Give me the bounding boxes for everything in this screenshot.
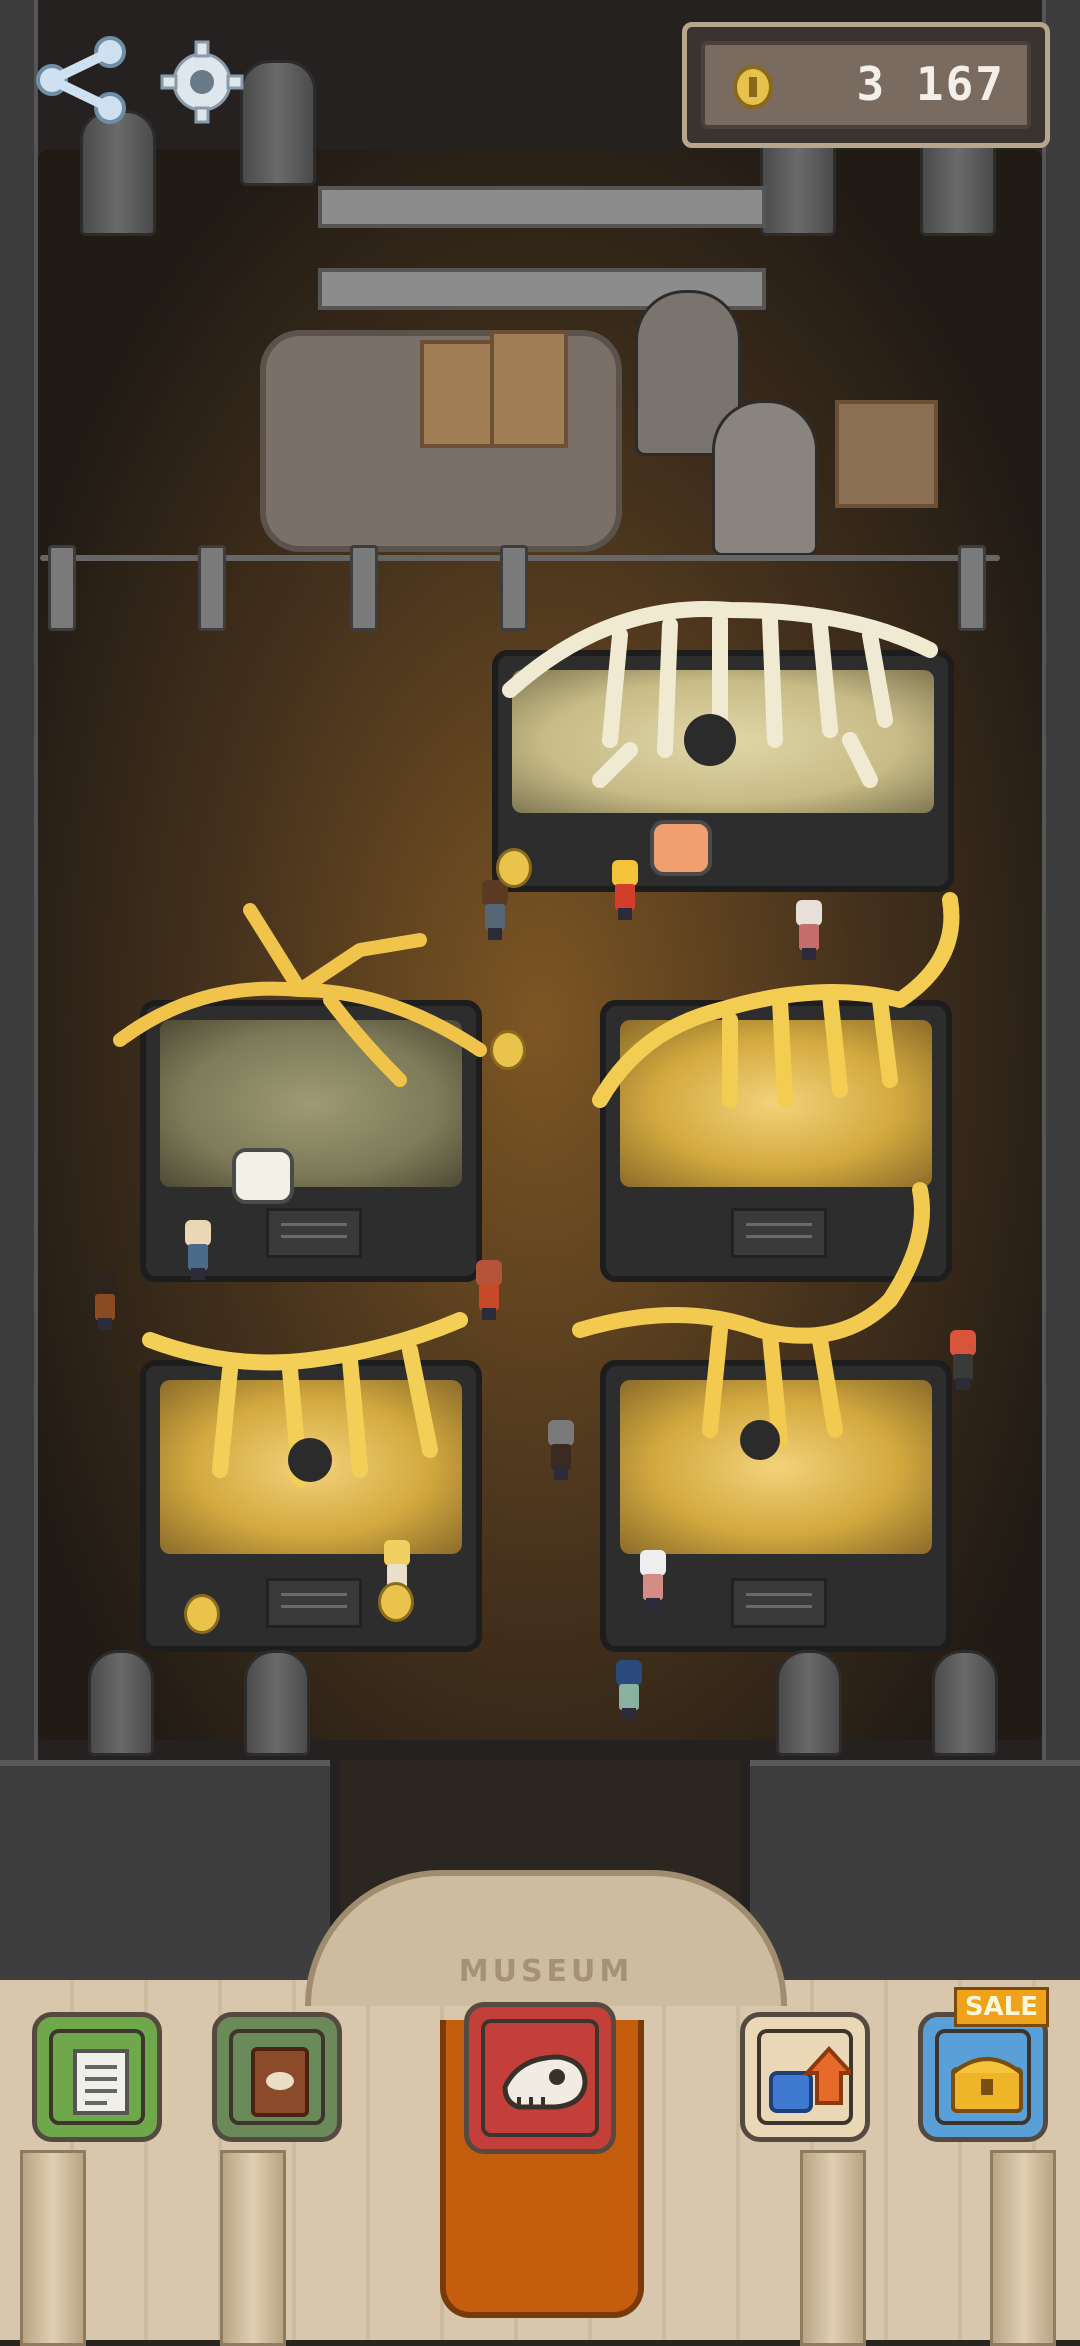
visitor [640,1550,666,1610]
nav-shop-button[interactable]: SALE [918,1987,1049,2142]
rope-post [198,545,226,631]
museum-entrance-arch: MUSEUM [305,1870,787,2006]
facade-column [990,2150,1056,2346]
rope-post [958,545,986,631]
museum-sign: MUSEUM [458,1954,634,1989]
visitor-speech-bubble[interactable] [232,1148,294,1204]
outer-wall-left [0,1760,330,2000]
nav-collection-button[interactable] [212,2012,342,2142]
treasure-chest-icon [951,2057,1023,2113]
hall-pillar [932,1650,998,1756]
skeleton-exhibit-raptor[interactable] [580,880,980,1140]
share-button[interactable] [32,30,132,130]
list-icon [73,2049,129,2115]
wooden-crate [835,400,938,508]
visitor [950,1330,976,1390]
facade-column [800,2150,866,2346]
visitor [548,1420,574,1480]
visitor [616,1660,642,1720]
rope-post [48,545,76,631]
visitor [476,1260,502,1320]
coin-icon [733,65,773,109]
skeleton-exhibit-sauropod[interactable] [560,1180,960,1480]
visitor [482,880,508,940]
outer-wall-right [750,1760,1080,2000]
rope-post [350,545,378,631]
hall-pillar [776,1650,842,1756]
back-pillar [240,60,316,186]
visitor [796,900,822,960]
visitor [92,1270,118,1330]
hall-pillar [88,1650,154,1756]
coin-pickup-icon[interactable] [378,1582,414,1622]
dinosaur-skull-icon [502,2054,588,2110]
skeleton-exhibit-triceratops[interactable] [130,1280,490,1510]
coin-pickup-icon[interactable] [496,848,532,888]
nav-excavate-button[interactable] [464,2002,616,2154]
visitor [612,860,638,920]
hall-pillar [244,1650,310,1756]
right-wall [1042,0,1080,1760]
coin-counter-panel: 3 167 [682,22,1050,148]
level-up-icon [769,2046,851,2113]
facade-column [220,2150,286,2346]
coin-count: 3 167 [856,57,1005,111]
fossil-book-icon [251,2047,309,2117]
coin-pickup-icon[interactable] [490,1030,526,1070]
settings-button[interactable] [160,40,244,124]
museum-scene[interactable] [0,0,1080,2000]
exhibit-plaque [266,1208,362,1258]
exhibit-plaque [731,1578,827,1628]
covered-statue [712,400,818,556]
skeleton-exhibit-pterosaur[interactable] [100,880,500,1120]
nav-quests-button[interactable] [32,2012,162,2142]
share-icon [36,36,126,124]
cardboard-box [490,330,568,448]
scaffold-bar [318,186,766,228]
coin-pickup-icon[interactable] [184,1594,220,1634]
facade-column [20,2150,86,2346]
skeleton-exhibit-large[interactable] [490,540,950,800]
gear-icon [160,40,244,124]
nav-upgrade-button[interactable] [740,2012,870,2142]
visitor-speech-bubble[interactable] [650,820,712,876]
left-wall [0,0,38,1760]
visitor [185,1220,211,1280]
sale-badge: SALE [953,1987,1049,2027]
exhibit-plaque [266,1578,362,1628]
